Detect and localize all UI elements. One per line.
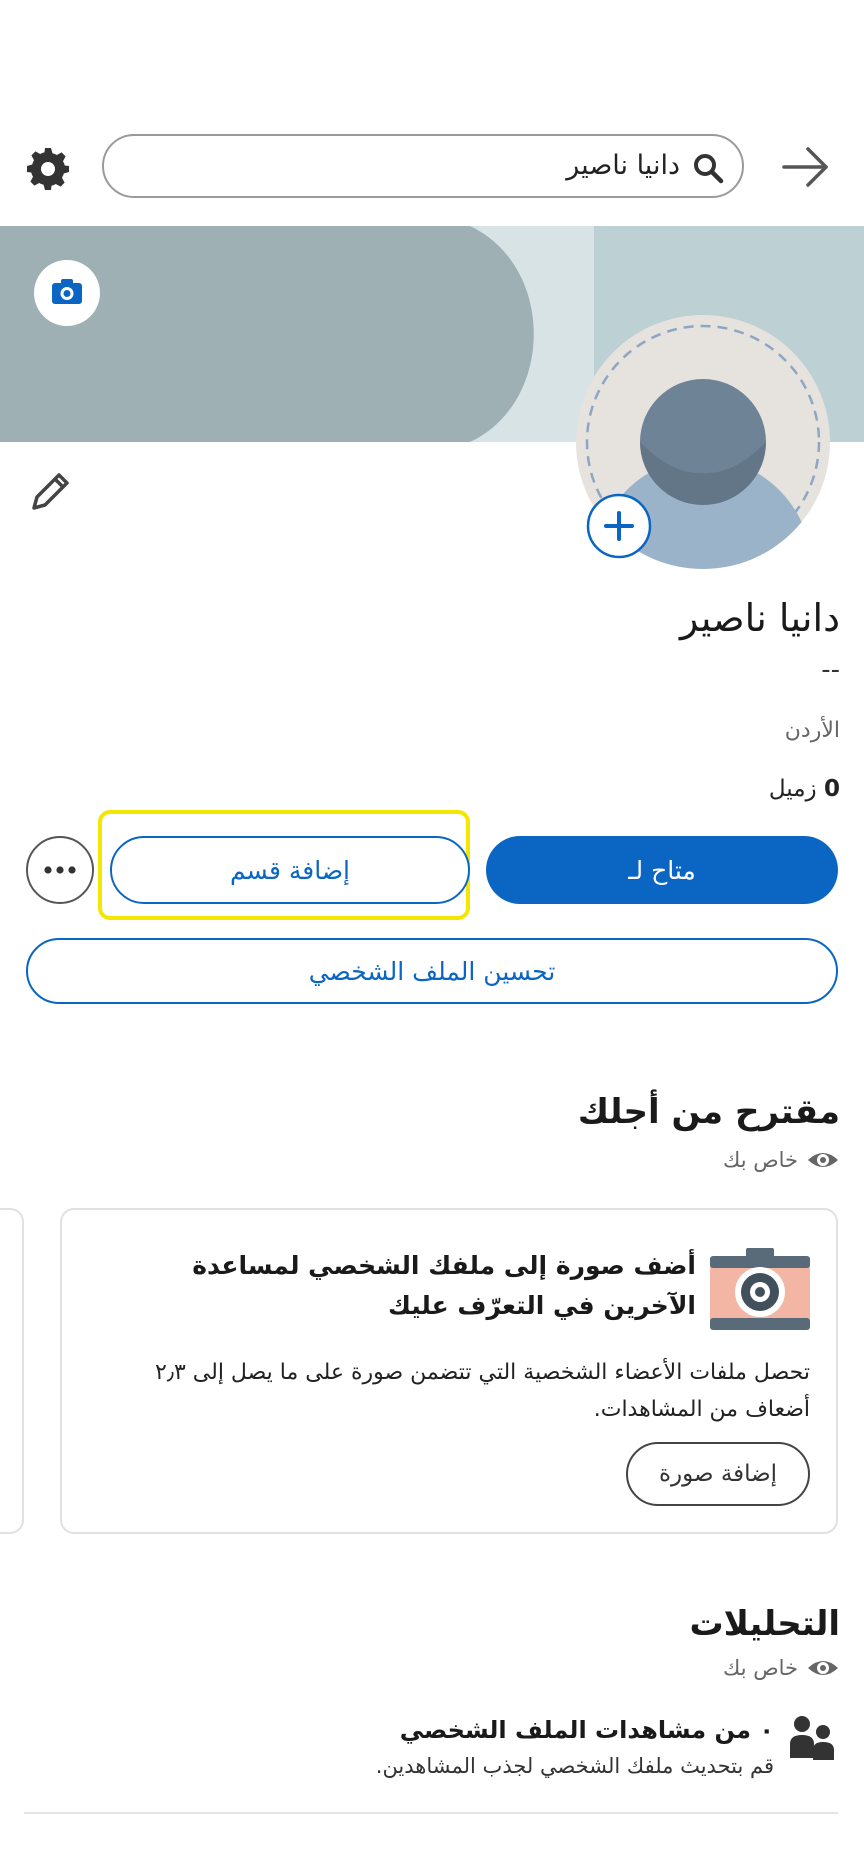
suggested-private: خاص بك [723,1148,840,1172]
suggested-title: مقترح من أجلك [577,1092,840,1132]
divider [24,1812,838,1814]
connections-label: زميل [768,776,824,802]
analytics-private: خاص بك [723,1656,840,1680]
private-label: خاص بك [723,1656,798,1680]
profile-views-title[interactable]: ٠ من مشاهدات الملف الشخصي [400,1716,774,1744]
profile-headline: -- [821,655,840,685]
add-section-button[interactable]: إضافة قسم [110,836,470,904]
eye-icon [808,1153,838,1167]
suggestion-card: أضف صورة إلى ملفك الشخصي لمساعدة الآخرين… [60,1208,838,1534]
camera-illustration-icon [710,1248,810,1330]
search-input[interactable]: دانيا ناصير [566,150,680,181]
add-photo-button[interactable]: إضافة صورة [626,1442,810,1506]
card-description: تحصل ملفات الأعضاء الشخصية التي تتضمن صو… [155,1360,810,1422]
profile-views-subtitle: قم بتحديث ملفك الشخصي لجذب المشاهدين. [375,1754,774,1778]
camera-icon [52,279,82,304]
more-options-button[interactable] [26,836,94,904]
connections-count[interactable]: 0 زميل [769,776,840,802]
card-title: أضف صورة إلى ملفك الشخصي لمساعدة الآخرين… [192,1251,696,1320]
improve-profile-button[interactable]: تحسين الملف الشخصي [26,938,838,1004]
connections-number: 0 [823,776,840,802]
edit-profile-pencil-icon[interactable] [26,468,74,516]
next-card-peek[interactable] [0,1208,24,1534]
profile-location: الأردن [784,718,840,743]
eye-icon [808,1661,838,1675]
edit-cover-button[interactable] [34,260,100,326]
search-icon [694,154,724,184]
more-icon [44,866,76,874]
people-icon [790,1716,834,1760]
private-label: خاص بك [723,1148,798,1172]
settings-gear-icon[interactable] [24,145,72,193]
available-for-button[interactable]: متاح لـ [486,836,838,904]
add-photo-plus-icon[interactable] [586,493,652,559]
search-bar[interactable]: دانيا ناصير [102,134,744,198]
back-arrow-icon[interactable] [780,144,832,190]
profile-name: دانيا ناصير [679,596,840,640]
analytics-title: التحليلات [689,1604,840,1644]
